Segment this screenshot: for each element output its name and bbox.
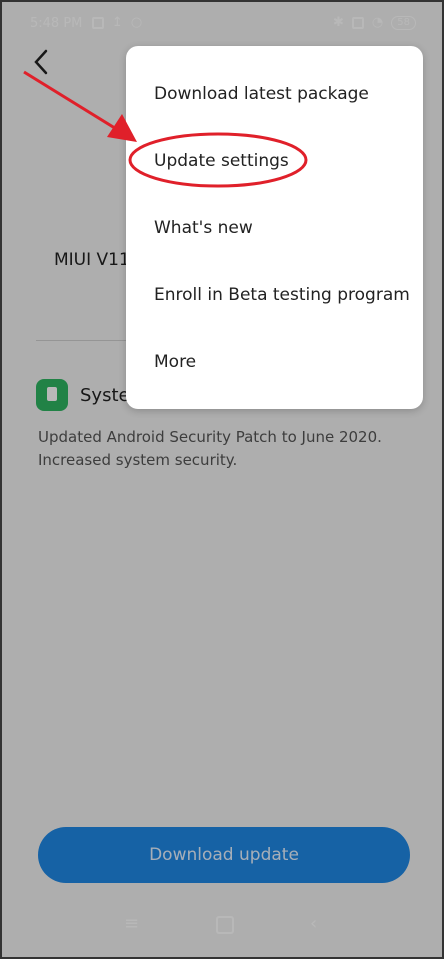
menu-item-more[interactable]: More [154,352,196,372]
home-icon[interactable] [216,916,234,934]
download-update-button[interactable]: Download update [38,827,410,883]
update-note: Updated Android Security Patch to June 2… [38,428,382,446]
menu-item-whats-new[interactable]: What's new [154,218,253,238]
back-icon[interactable] [30,48,54,76]
menu-item-enroll-beta[interactable]: Enroll in Beta testing program [154,285,410,305]
navigation-bar: ≡ ‹ [2,895,442,957]
annotation-arrow-shaft [23,70,119,132]
update-notes: Updated Android Security Patch to June 2… [38,426,418,472]
update-note: Increased system security. [38,451,238,469]
menu-item-download-latest-package[interactable]: Download latest package [154,84,369,104]
notification-icon [92,16,104,29]
sim-icon [351,16,364,29]
battery-icon: 58 [391,15,416,30]
recents-menu-icon[interactable]: ≡ [124,913,139,934]
menu-item-update-settings[interactable]: Update settings [154,151,289,171]
nav-back-icon[interactable]: ‹ [310,913,317,934]
update-section-title: Syste [80,385,130,406]
location-icon: ○ [130,15,143,30]
version-label: MIUI V11. [54,250,136,270]
phone-screen: 5:48 PM ↥ ○ ✱ ◔ 58 MIUI V11. Syste Updat… [0,0,444,959]
overflow-menu: Download latest package Update settings … [126,46,423,409]
status-right-icons: ✱ ◔ 58 [333,15,416,30]
status-bar: 5:48 PM ↥ ○ ✱ ◔ 58 [2,2,442,46]
upload-icon: ↥ [112,15,123,30]
system-update-icon [36,379,68,411]
wifi-icon: ◔ [371,15,384,30]
status-time: 5:48 PM [30,16,83,31]
status-left-icons: ↥ ○ [92,15,142,30]
bluetooth-icon: ✱ [333,15,344,30]
